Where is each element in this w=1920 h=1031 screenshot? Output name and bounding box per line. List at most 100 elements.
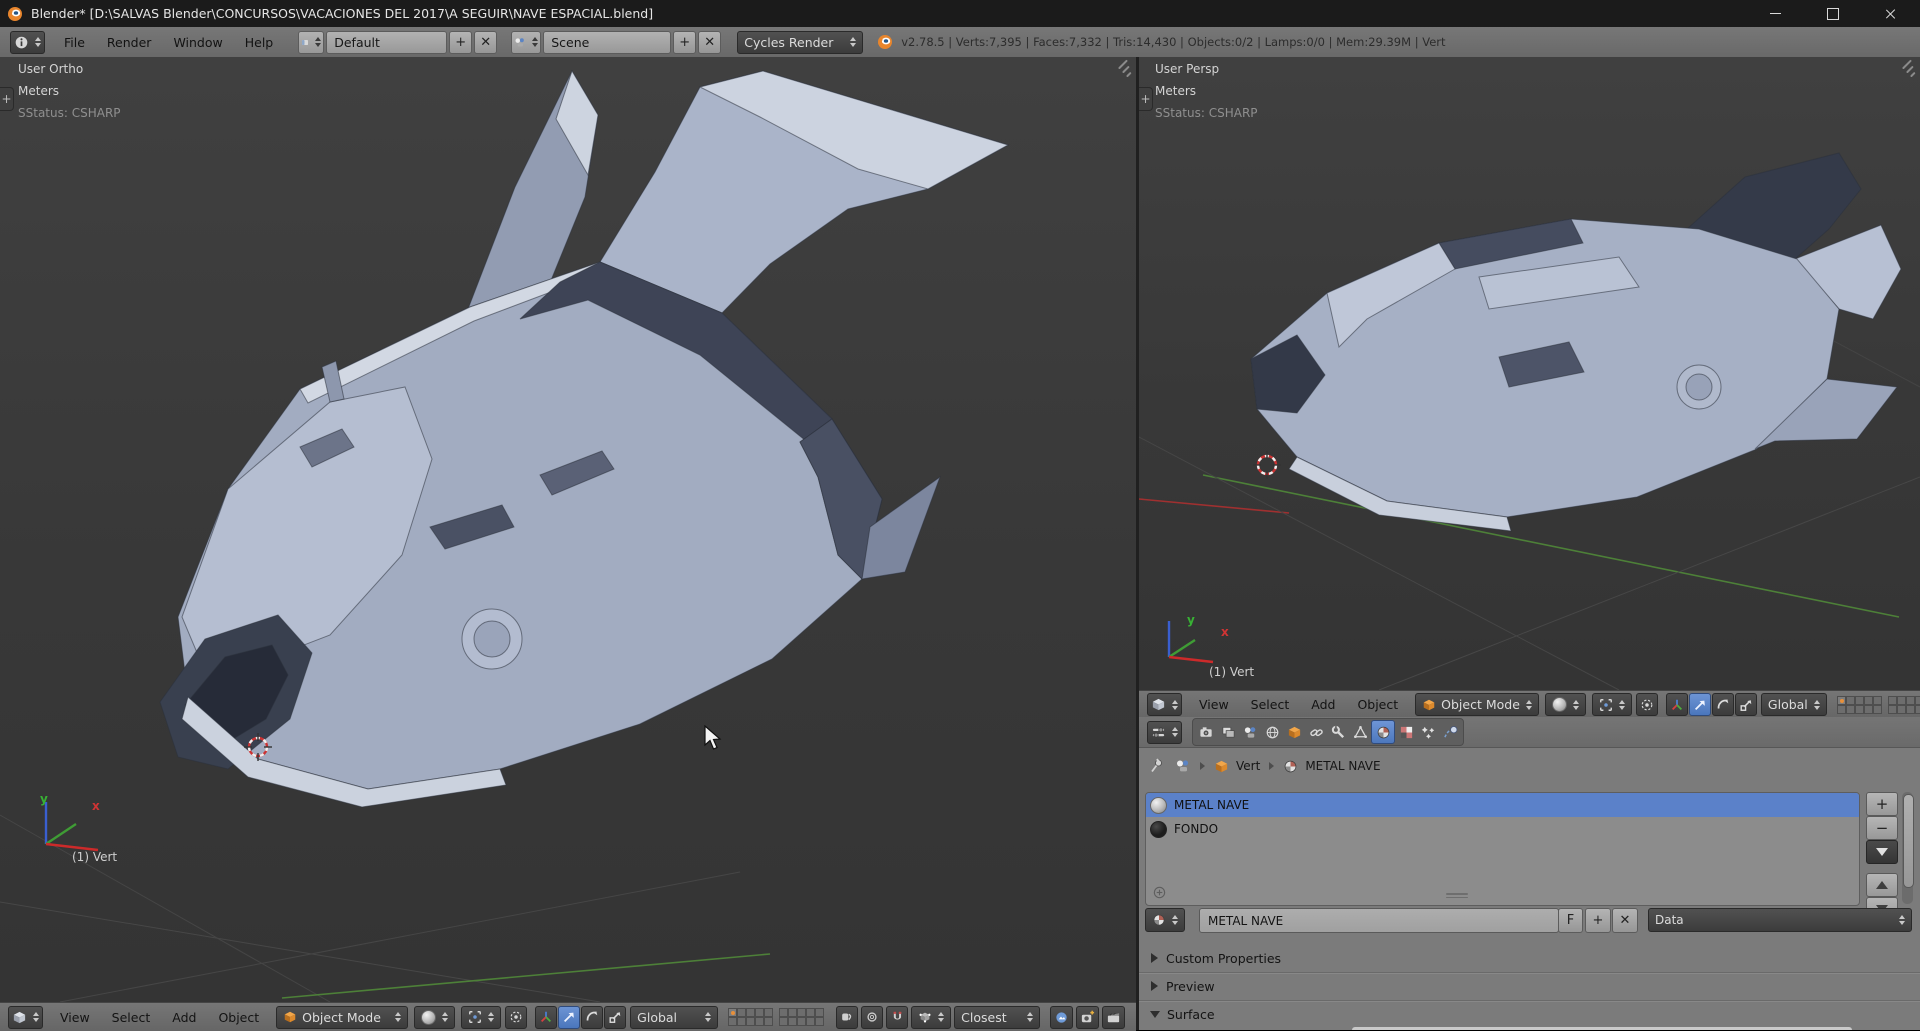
tab-particles[interactable] — [1417, 721, 1439, 743]
breadcrumb-object[interactable]: Vert — [1236, 759, 1260, 773]
manipulator-toggle-button[interactable] — [1666, 693, 1688, 716]
viewport-3d-left[interactable]: User Ortho Meters SStatus: CSHARP y x z … — [0, 57, 1136, 1002]
rotate-manipulator-button[interactable] — [581, 1006, 603, 1029]
editor-type-info-button[interactable] — [10, 31, 45, 54]
lock-to-scene-button[interactable] — [836, 1006, 858, 1029]
scene-icon-button[interactable] — [511, 31, 541, 54]
material-name-field[interactable]: METAL NAVE — [1199, 908, 1559, 933]
material-slot-row[interactable]: METAL NAVE — [1146, 793, 1859, 817]
tab-scene[interactable] — [1239, 721, 1261, 743]
opengl-render-anim-button[interactable] — [1076, 1006, 1099, 1029]
tab-object[interactable] — [1283, 721, 1305, 743]
delete-scene-button[interactable]: ✕ — [698, 31, 721, 54]
fake-user-button[interactable]: F — [1558, 908, 1583, 933]
panel-surface[interactable]: Surface — [1139, 1003, 1920, 1025]
menu-view[interactable]: View — [1188, 697, 1240, 712]
tab-constraints[interactable] — [1305, 721, 1327, 743]
delete-layout-button[interactable]: ✕ — [474, 31, 497, 54]
manipulate-center-points-button[interactable] — [505, 1006, 527, 1029]
rotate-manipulator-button[interactable] — [1712, 693, 1734, 716]
tab-physics[interactable] — [1439, 721, 1461, 743]
tab-render[interactable] — [1195, 721, 1217, 743]
tab-texture[interactable] — [1395, 721, 1417, 743]
region-expand-handle[interactable]: + — [0, 87, 14, 111]
tab-modifiers[interactable] — [1327, 721, 1349, 743]
new-material-button[interactable]: + — [1585, 908, 1611, 933]
menu-file[interactable]: File — [53, 35, 96, 50]
unlink-material-button[interactable]: ✕ — [1612, 908, 1638, 933]
add-scene-button[interactable]: + — [673, 31, 696, 54]
transform-orientation-selector[interactable]: Global — [1761, 693, 1827, 716]
viewport-shading-selector[interactable] — [414, 1006, 455, 1029]
panel-preview[interactable]: Preview — [1139, 975, 1920, 997]
snap-element-selector[interactable] — [911, 1006, 951, 1029]
list-resize-grip[interactable] — [1446, 891, 1468, 900]
region-expand-handle[interactable]: + — [1139, 87, 1153, 111]
snap-toggle-button[interactable] — [886, 1006, 908, 1029]
manipulator-toggle-button[interactable] — [535, 1006, 557, 1029]
browse-material-button[interactable] — [1145, 908, 1185, 932]
menu-help[interactable]: Help — [234, 35, 285, 50]
opengl-render-button[interactable] — [1050, 1006, 1073, 1029]
transform-orientation-selector[interactable]: Global — [630, 1006, 718, 1029]
panel-custom-properties[interactable]: Custom Properties — [1139, 947, 1920, 969]
translate-manipulator-button[interactable] — [558, 1006, 580, 1029]
scale-manipulator-button[interactable] — [1735, 693, 1757, 716]
layers-widget-group1[interactable] — [728, 1008, 773, 1026]
menu-object[interactable]: Object — [1346, 697, 1409, 712]
close-button[interactable] — [1862, 0, 1920, 27]
pivot-point-selector[interactable] — [1592, 693, 1632, 716]
minimize-button[interactable] — [1746, 0, 1804, 27]
scale-manipulator-button[interactable] — [604, 1006, 626, 1029]
opengl-clip-button[interactable] — [1102, 1006, 1125, 1029]
breadcrumb-material[interactable]: METAL NAVE — [1305, 759, 1380, 773]
mode-selector[interactable]: Object Mode — [1415, 693, 1539, 716]
corner-resize-grip[interactable] — [1112, 61, 1132, 81]
menu-view[interactable]: View — [49, 1010, 101, 1025]
snap-target-selector[interactable]: Closest — [954, 1006, 1040, 1029]
properties-scrollbar-track[interactable] — [1902, 792, 1913, 904]
add-material-slot-button[interactable]: + — [1866, 792, 1898, 816]
move-slot-up-button[interactable] — [1866, 873, 1898, 897]
menu-object[interactable]: Object — [207, 1010, 270, 1025]
screen-layout-selector[interactable]: Default — [326, 31, 447, 54]
screen-layout-icon-button[interactable] — [298, 31, 324, 54]
tab-object-data[interactable] — [1349, 721, 1371, 743]
properties-scrollbar-thumb[interactable] — [1903, 794, 1914, 888]
menu-window[interactable]: Window — [162, 35, 233, 50]
tab-render-layers[interactable] — [1217, 721, 1239, 743]
pin-icon[interactable] — [1149, 758, 1165, 774]
viewport-3d-right[interactable]: User Persp Meters SStatus: CSHARP y x (1… — [1139, 57, 1920, 690]
layers-widget-group1[interactable] — [1837, 696, 1882, 714]
mode-selector[interactable]: Object Mode — [276, 1006, 408, 1029]
material-link-selector[interactable]: Data — [1648, 908, 1912, 932]
units-label: Meters — [1155, 84, 1196, 98]
viewport-shading-selector[interactable] — [1545, 693, 1586, 716]
corner-resize-grip[interactable] — [1896, 61, 1916, 81]
remove-material-slot-button[interactable]: − — [1866, 816, 1898, 840]
editor-type-3dview-button[interactable] — [1147, 693, 1182, 716]
menu-add[interactable]: Add — [161, 1010, 207, 1025]
menu-select[interactable]: Select — [1240, 697, 1301, 712]
menu-render[interactable]: Render — [96, 35, 163, 50]
render-engine-selector[interactable]: Cycles Render — [737, 31, 863, 54]
list-filter-toggle-icon[interactable] — [1152, 885, 1167, 900]
layers-widget-group2[interactable] — [779, 1008, 824, 1026]
tab-material[interactable] — [1371, 720, 1395, 744]
clapperboard-icon — [1106, 1010, 1121, 1025]
tab-world[interactable] — [1261, 721, 1283, 743]
editor-type-properties-button[interactable] — [1147, 721, 1182, 744]
material-slot-row[interactable]: FONDO — [1146, 817, 1859, 841]
pivot-point-selector[interactable] — [461, 1006, 501, 1029]
add-layout-button[interactable]: + — [449, 31, 472, 54]
scene-selector[interactable]: Scene — [543, 31, 671, 54]
manipulate-center-points-button[interactable] — [1636, 693, 1658, 716]
proportional-edit-button[interactable] — [861, 1006, 883, 1029]
editor-type-3dview-button[interactable] — [8, 1006, 43, 1029]
translate-manipulator-button[interactable] — [1689, 693, 1711, 716]
material-specials-button[interactable] — [1866, 840, 1898, 864]
menu-select[interactable]: Select — [101, 1010, 162, 1025]
layers-widget-group2[interactable] — [1888, 696, 1920, 714]
menu-add[interactable]: Add — [1300, 697, 1346, 712]
maximize-button[interactable] — [1804, 0, 1862, 27]
